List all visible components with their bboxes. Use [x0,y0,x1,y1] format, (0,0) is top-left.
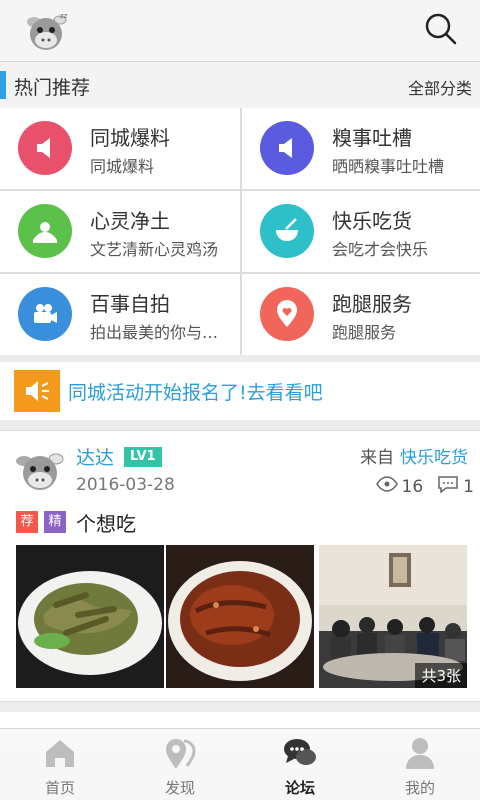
from-label: 来自 [360,448,394,468]
image-count: 共3张 [415,663,467,688]
comment-count: 1 [463,476,474,497]
post-source: 来自 快乐吃货 [360,443,468,468]
featured-tag: 精 [44,511,66,533]
post-date: 2016-03-28 [76,475,175,495]
category-item[interactable]: 跑腿服务 跑腿服务 [242,274,480,355]
category-grid: 同城爆料 同城爆料 糗事吐槽 晒晒糗事吐吐槽 心灵净土 文艺清新心灵鸡汤 快乐吃… [0,108,480,355]
category-item[interactable]: 糗事吐槽 晒晒糗事吐吐槽 [242,108,480,189]
eye-icon [375,476,398,497]
svg-text:zz: zz [60,12,68,20]
category-item[interactable]: 百事自拍 拍出最美的你与… [0,274,240,355]
post-image[interactable] [166,545,314,688]
board-link[interactable]: 快乐吃货 [400,448,468,468]
recommend-tag: 荐 [16,511,38,533]
bottom-nav: 首页 发现 论坛 我的 [0,728,480,800]
category-item[interactable]: 快乐吃货 会吃才会快乐 [242,191,480,272]
nav-label: 我的 [404,779,435,797]
view-count: 16 [401,476,424,497]
top-bar: zz [0,0,480,62]
speaker-icon [14,370,60,412]
post-stats: 16 1 [375,475,474,498]
category-subtitle: 同城爆料 [90,157,155,176]
level-badge: LV1 [124,447,162,467]
post-image[interactable]: 共3张 [319,545,467,688]
category-item[interactable]: 心灵净土 文艺清新心灵鸡汤 [0,191,240,272]
post-title[interactable]: 个想吃 [76,508,136,537]
nav-discover[interactable]: 发现 [120,729,240,800]
nav-label: 首页 [44,779,75,797]
megaphone-icon [18,121,72,175]
section-title: 热门推荐 [14,77,91,99]
username[interactable]: 达达 [76,443,114,470]
category-title: 同城爆料 [90,126,170,150]
nav-mine[interactable]: 我的 [360,729,480,800]
location-icon [162,735,198,771]
chat-bubbles-icon [282,735,318,771]
all-categories-link[interactable]: 全部分类 [408,75,472,99]
post-image[interactable] [16,545,164,688]
search-icon[interactable] [424,12,458,46]
nav-label: 论坛 [284,779,315,797]
home-icon [42,735,78,771]
bowl-icon [260,204,314,258]
activity-banner[interactable]: 同城活动开始报名了!去看看吧 [0,362,480,420]
category-title: 糗事吐槽 [332,126,412,150]
section-header: 热门推荐 全部分类 [0,62,480,108]
category-title: 百事自拍 [90,292,170,316]
camera-icon [18,287,72,341]
banner-text: 同城活动开始报名了!去看看吧 [68,382,323,404]
person-icon [402,735,438,771]
megaphone-icon [260,121,314,175]
cow-avatar-icon[interactable]: zz [22,8,70,54]
category-subtitle: 晒晒糗事吐吐槽 [332,157,445,176]
avatar[interactable] [14,445,66,497]
category-subtitle: 跑腿服务 [332,323,397,342]
category-item[interactable]: 同城爆料 同城爆料 [0,108,240,189]
category-subtitle: 文艺清新心灵鸡汤 [90,240,219,259]
category-title: 心灵净土 [90,209,170,233]
section-accent-bar [0,71,6,99]
landscape-icon [18,204,72,258]
nav-forum[interactable]: 论坛 [240,729,360,800]
comment-icon [437,475,459,498]
post-card[interactable]: 达达 LV1 2016-03-28 来自 快乐吃货 16 1 荐 精 个想吃 共… [0,430,480,702]
nav-home[interactable]: 首页 [0,729,120,800]
category-subtitle: 会吃才会快乐 [332,240,429,259]
location-heart-icon [260,287,314,341]
category-title: 快乐吃货 [332,209,412,233]
nav-label: 发现 [164,779,195,797]
category-title: 跑腿服务 [332,292,412,316]
app-screen: zz 热门推荐 全部分类 同城爆料 同城爆料 糗事吐槽 晒晒糗事吐吐槽 心灵净土… [0,0,480,800]
category-subtitle: 拍出最美的你与… [90,323,219,342]
